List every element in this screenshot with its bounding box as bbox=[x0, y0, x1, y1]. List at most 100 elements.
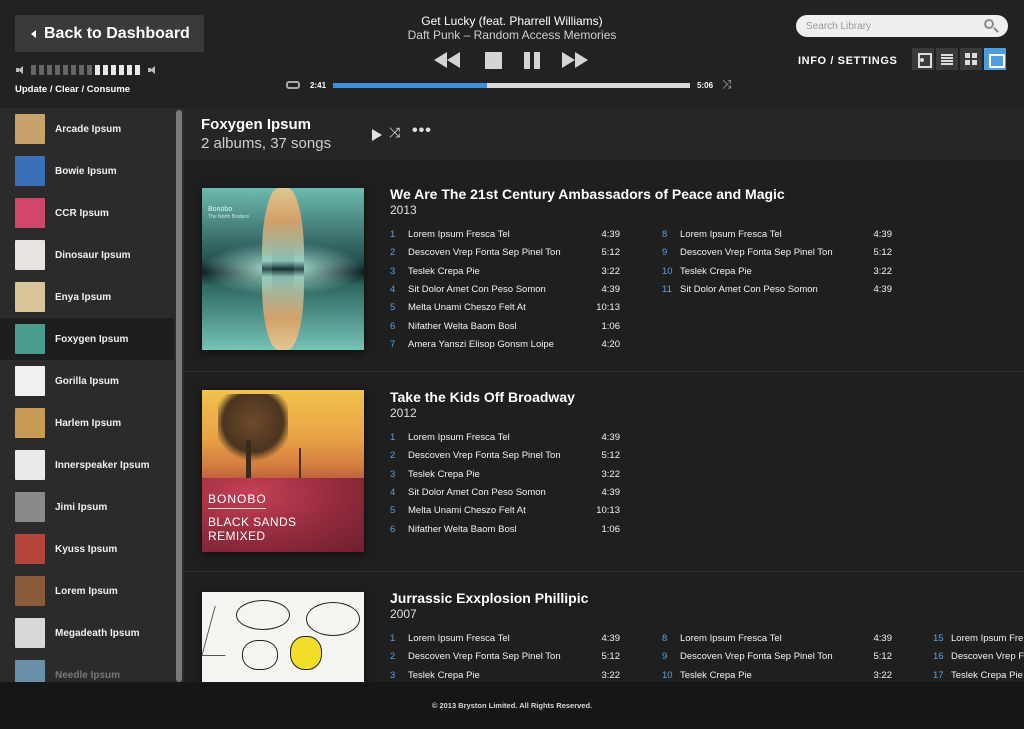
back-to-dashboard-button[interactable]: Back to Dashboard bbox=[15, 15, 204, 52]
track-duration: 3:22 bbox=[601, 669, 621, 681]
artist-thumbnail bbox=[15, 324, 45, 354]
sidebar-item-bowie-ipsum[interactable]: Bowie Ipsum bbox=[0, 150, 174, 192]
track-number: 4 bbox=[390, 486, 396, 498]
track-number: 2 bbox=[390, 450, 396, 462]
sidebar-item-needle-ipsum[interactable]: Needle Ipsum bbox=[0, 654, 174, 682]
search-input[interactable] bbox=[806, 17, 981, 35]
sidebar-item-megadeath-ipsum[interactable]: Megadeath Ipsum bbox=[0, 612, 174, 654]
info-settings-link[interactable]: INFO / SETTINGS bbox=[798, 55, 897, 67]
playback-progress: 2:41 5:06 ⤨ bbox=[286, 78, 736, 92]
seek-bar[interactable] bbox=[333, 83, 690, 88]
track-row[interactable]: 8 Lorem Ipsum Fresca Tel 4:39 bbox=[662, 633, 902, 651]
track-row[interactable]: 3 Teslek Crepa Pie 3:22 bbox=[390, 670, 630, 682]
track-row[interactable]: 11 Sit Dolor Amet Con Peso Somon 4:39 bbox=[662, 284, 902, 302]
track-title: Descoven Vrep Fonta Sep Pinel Ton bbox=[408, 450, 561, 462]
track-title: Melta Unami Cheszo Felt At bbox=[408, 302, 526, 314]
sidebar-item-lorem-ipsum[interactable]: Lorem Ipsum bbox=[0, 570, 174, 612]
track-row[interactable]: 9 Descoven Vrep Fonta Sep Pinel Ton 5:12 bbox=[662, 651, 902, 669]
track-row[interactable]: 17 Teslek Crepa Pie bbox=[933, 670, 1024, 682]
sidebar-item-arcade-ipsum[interactable]: Arcade Ipsum bbox=[0, 108, 174, 150]
track-number: 9 bbox=[662, 247, 668, 259]
track-row[interactable]: 10 Teslek Crepa Pie 3:22 bbox=[662, 670, 902, 682]
track-duration: 4:39 bbox=[873, 229, 893, 240]
track-title: Amera Yanszi Elisop Gonsm Loipe bbox=[408, 338, 554, 350]
artist-thumbnail bbox=[15, 240, 45, 270]
sidebar-item-foxygen-ipsum[interactable]: Foxygen Ipsum bbox=[0, 318, 174, 360]
track-title: Nifather Welta Baom Bosl bbox=[408, 320, 517, 332]
more-options-icon[interactable]: ••• bbox=[412, 122, 432, 140]
track-row[interactable]: 2 Descoven Vrep Fonta Sep Pinel Ton 5:12 bbox=[390, 247, 630, 265]
fast-forward-button[interactable] bbox=[562, 52, 590, 70]
track-row[interactable]: 3 Teslek Crepa Pie 3:22 bbox=[390, 469, 630, 487]
repeat-icon[interactable] bbox=[286, 81, 300, 89]
track-title: Melta Unami Cheszo Felt At bbox=[408, 505, 526, 517]
track-row[interactable]: 7 Amera Yanszi Elisop Gonsm Loipe 4:20 bbox=[390, 339, 630, 357]
track-number: 2 bbox=[390, 247, 396, 259]
track-row[interactable]: 8 Lorem Ipsum Fresca Tel 4:39 bbox=[662, 229, 902, 247]
track-row[interactable]: 6 Nifather Welta Baom Bosl 1:06 bbox=[390, 321, 630, 339]
track-row[interactable]: 4 Sit Dolor Amet Con Peso Somon 4:39 bbox=[390, 284, 630, 302]
track-number: 10 bbox=[662, 265, 673, 277]
volume-control[interactable] bbox=[16, 64, 171, 76]
track-title: Lorem Ipsum Fresca Tel bbox=[680, 229, 782, 240]
sidebar-item-kyuss-ipsum[interactable]: Kyuss Ipsum bbox=[0, 528, 174, 570]
music-icon[interactable] bbox=[912, 48, 934, 70]
list-icon[interactable] bbox=[936, 48, 958, 70]
sidebar-item-innerspeaker-ipsum[interactable]: Innerspeaker Ipsum bbox=[0, 444, 174, 486]
album-cover[interactable]: Bonobo The North Borders bbox=[202, 188, 364, 350]
coverflow-icon[interactable] bbox=[984, 48, 1006, 70]
elapsed-time: 2:41 bbox=[310, 81, 327, 90]
artist-thumbnail bbox=[15, 366, 45, 396]
track-number: 5 bbox=[390, 302, 396, 314]
album-cover[interactable] bbox=[202, 592, 364, 682]
track-row[interactable]: 2 Descoven Vrep Fonta Sep Pinel Ton 5:12 bbox=[390, 450, 630, 468]
artist-detail: Foxygen Ipsum 2 albums, 37 songs ⤨ ••• B… bbox=[184, 108, 1024, 682]
volume-low-icon[interactable] bbox=[16, 66, 24, 74]
track-row[interactable]: 5 Melta Unami Cheszo Felt At 10:13 bbox=[390, 505, 630, 523]
volume-level-bar[interactable] bbox=[31, 65, 140, 75]
track-title: Lorem Ipsum Fresca Tel bbox=[408, 432, 510, 443]
queue-actions-link[interactable]: Update / Clear / Consume bbox=[15, 84, 130, 95]
album-section: Jurrassic Exxplosion Phillipic 2007 1 Lor… bbox=[184, 572, 1024, 682]
track-row[interactable]: 16 Descoven Vrep Fo bbox=[933, 651, 1024, 669]
album-cover[interactable]: BONOBO BLACK SANDS REMIXED bbox=[202, 390, 364, 552]
rewind-button[interactable] bbox=[434, 52, 462, 70]
track-row[interactable]: 15 Lorem Ipsum Fre bbox=[933, 633, 1024, 651]
shuffle-artist-icon[interactable]: ⤨ bbox=[389, 125, 400, 139]
track-row[interactable]: 1 Lorem Ipsum Fresca Tel 4:39 bbox=[390, 432, 630, 450]
sidebar-item-gorilla-ipsum[interactable]: Gorilla Ipsum bbox=[0, 360, 174, 402]
track-row[interactable]: 3 Teslek Crepa Pie 3:22 bbox=[390, 266, 630, 284]
pause-button[interactable] bbox=[524, 52, 541, 70]
track-row[interactable]: 4 Sit Dolor Amet Con Peso Somon 4:39 bbox=[390, 487, 630, 505]
track-number: 16 bbox=[933, 651, 944, 663]
track-row[interactable]: 1 Lorem Ipsum Fresca Tel 4:39 bbox=[390, 229, 630, 247]
track-title: Descoven Vrep Fo bbox=[951, 651, 1024, 663]
track-row[interactable]: 1 Lorem Ipsum Fresca Tel 4:39 bbox=[390, 633, 630, 651]
sidebar-scrollbar[interactable] bbox=[176, 110, 182, 682]
sidebar-item-label: Kyuss Ipsum bbox=[55, 543, 118, 555]
sidebar-item-jimi-ipsum[interactable]: Jimi Ipsum bbox=[0, 486, 174, 528]
track-duration: 10:13 bbox=[596, 302, 620, 314]
now-playing-artist-album: Daft Punk – Random Access Memories bbox=[407, 28, 617, 42]
track-row[interactable]: 10 Teslek Crepa Pie 3:22 bbox=[662, 266, 902, 284]
sidebar-item-harlem-ipsum[interactable]: Harlem Ipsum bbox=[0, 402, 174, 444]
grid-icon[interactable] bbox=[960, 48, 982, 70]
volume-high-icon[interactable] bbox=[148, 66, 156, 74]
track-title: Teslek Crepa Pie bbox=[951, 669, 1023, 681]
search-icon[interactable] bbox=[984, 19, 994, 29]
track-number: 4 bbox=[390, 283, 396, 295]
sidebar-item-enya-ipsum[interactable]: Enya Ipsum bbox=[0, 276, 174, 318]
track-row[interactable]: 6 Nifather Welta Baom Bosl 1:06 bbox=[390, 524, 630, 542]
cover-title-line-2: REMIXED bbox=[208, 529, 266, 543]
shuffle-icon[interactable]: ⤨ bbox=[722, 78, 732, 90]
track-row[interactable]: 5 Melta Unami Cheszo Felt At 10:13 bbox=[390, 302, 630, 320]
track-row[interactable]: 9 Descoven Vrep Fonta Sep Pinel Ton 5:12 bbox=[662, 247, 902, 265]
track-number: 3 bbox=[390, 669, 396, 681]
sidebar-item-dinosaur-ipsum[interactable]: Dinosaur Ipsum bbox=[0, 234, 174, 276]
track-row[interactable]: 2 Descoven Vrep Fonta Sep Pinel Ton 5:12 bbox=[390, 651, 630, 669]
stop-button[interactable] bbox=[485, 52, 502, 70]
track-number: 3 bbox=[390, 265, 396, 277]
sidebar-item-label: Jimi Ipsum bbox=[55, 501, 108, 513]
sidebar-item-ccr-ipsum[interactable]: CCR Ipsum bbox=[0, 192, 174, 234]
play-artist-icon[interactable] bbox=[372, 129, 382, 141]
